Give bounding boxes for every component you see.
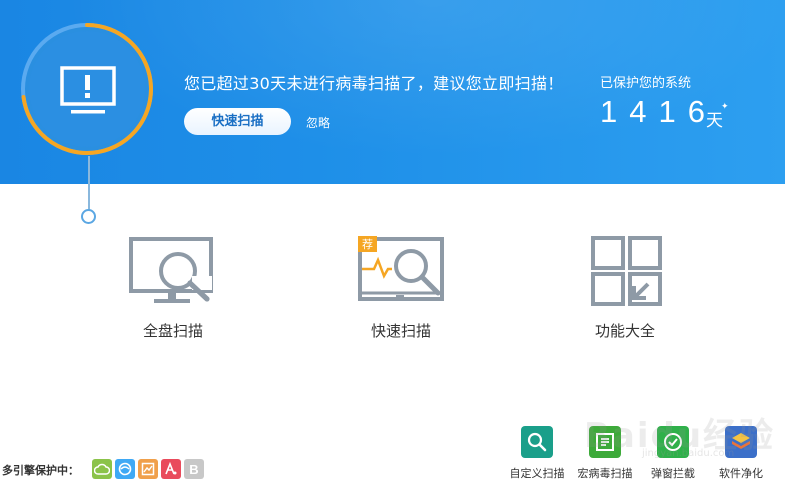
popup-block-icon bbox=[657, 426, 689, 458]
quick-scan-button[interactable]: 快速扫描 bbox=[184, 108, 291, 135]
protection-label: 已保护您的系统 bbox=[600, 76, 692, 91]
timeline-connector bbox=[88, 156, 90, 210]
full-scan-label: 全盘扫描 bbox=[142, 322, 203, 340]
custom-scan-icon bbox=[521, 426, 553, 458]
qvm-engine-icon[interactable] bbox=[115, 459, 135, 479]
popup-block-tool[interactable]: 弹窗拦截 bbox=[638, 426, 708, 481]
full-scan-icon bbox=[129, 237, 213, 303]
engine-icon-list: B bbox=[92, 459, 204, 479]
all-tools-icon bbox=[591, 236, 662, 306]
full-scan-feature[interactable]: 全盘扫描 bbox=[108, 236, 238, 341]
macro-virus-scan-icon bbox=[589, 426, 621, 458]
software-purify-label: 软件净化 bbox=[719, 467, 763, 480]
custom-scan-label: 自定义扫描 bbox=[509, 467, 565, 480]
cloud-engine-icon[interactable] bbox=[92, 459, 112, 479]
protection-days-count: 1416 bbox=[600, 94, 717, 129]
all-tools-feature[interactable]: 功能大全 bbox=[560, 236, 690, 341]
antivirus-main-window: 您已超过30天未进行病毒扫描了，建议您立即扫描！ 快速扫描 忽略 已保护您的系统… bbox=[0, 0, 785, 487]
quick-scan-label: 快速扫描 bbox=[370, 322, 431, 340]
timeline-node bbox=[81, 209, 96, 224]
warning-monitor-icon bbox=[60, 66, 116, 114]
ignore-link[interactable]: 忽略 bbox=[306, 114, 330, 131]
recommend-badge: 荐 bbox=[362, 238, 373, 251]
quick-scan-icon: 荐 bbox=[358, 236, 444, 301]
all-tools-label: 功能大全 bbox=[594, 322, 655, 340]
system-repair-engine-icon[interactable] bbox=[138, 459, 158, 479]
software-purify-icon bbox=[725, 426, 757, 458]
scan-reminder-text: 您已超过30天未进行病毒扫描了，建议您立即扫描！ bbox=[184, 74, 564, 93]
sparkle-icon: ✦ bbox=[721, 102, 729, 112]
custom-scan-tool[interactable]: 自定义扫描 bbox=[502, 426, 572, 481]
bitdefender-engine-icon[interactable]: B bbox=[184, 459, 204, 479]
avira-engine-icon[interactable] bbox=[161, 459, 181, 479]
popup-block-label: 弹窗拦截 bbox=[651, 467, 695, 480]
quick-scan-feature[interactable]: 荐 快速扫描 bbox=[336, 236, 466, 341]
bitdefender-letter: B bbox=[189, 461, 199, 477]
software-purify-tool[interactable]: 软件净化 bbox=[706, 426, 776, 481]
macro-virus-scan-tool[interactable]: 宏病毒扫描 bbox=[570, 426, 640, 481]
multi-engine-label: 多引擎保护中： bbox=[2, 464, 79, 477]
macro-virus-scan-label: 宏病毒扫描 bbox=[577, 467, 633, 480]
